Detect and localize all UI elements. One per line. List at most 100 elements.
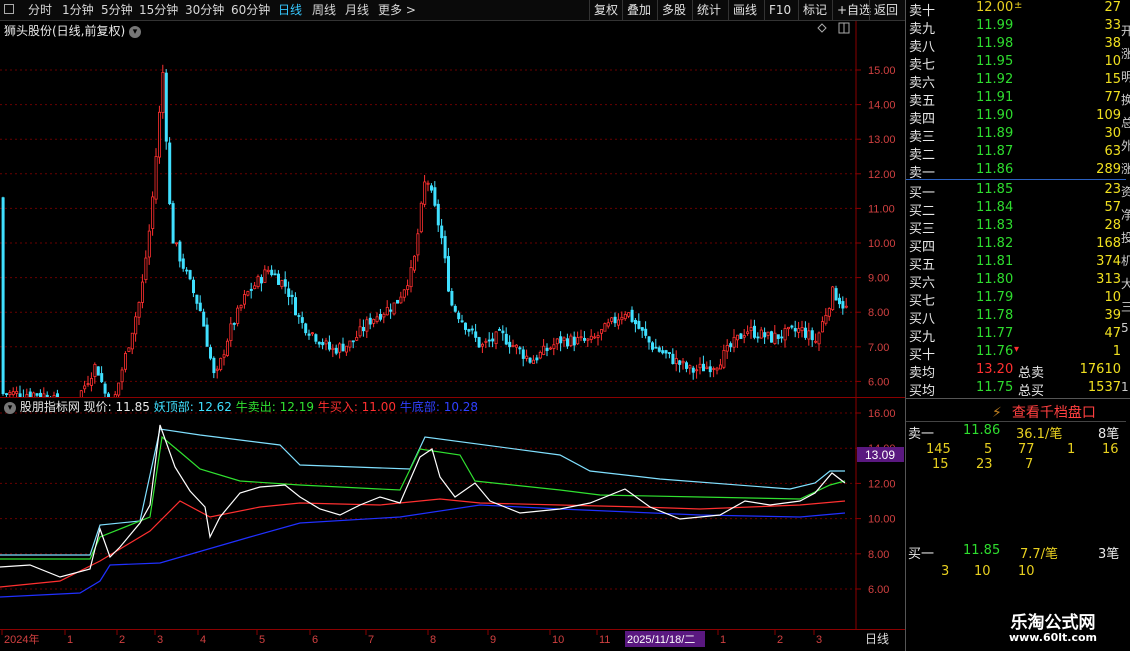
overlay-button[interactable]: 叠加 [622, 0, 655, 20]
ask-level-row[interactable]: 卖二 11.87 63 [906, 144, 1121, 163]
sell1-summary: 卖一 11.86 36.1/笔 8笔 [908, 423, 1120, 442]
level-price: 11.90 [976, 108, 1014, 123]
tab-monthly[interactable]: 月线 [345, 2, 369, 18]
ask-level-row[interactable]: 卖五 11.91 77 [906, 90, 1121, 109]
ask-level-row[interactable]: 卖八 11.98 38 [906, 36, 1121, 55]
edge-char: 大 [1121, 277, 1130, 291]
total-buy: 1537 [1087, 380, 1121, 395]
y-tick-label: 12.00 [868, 169, 896, 181]
level-mark: ± [1014, 0, 1023, 11]
x-tick-label: 1 [720, 634, 726, 646]
adjust-button[interactable]: 复权 [589, 0, 622, 20]
y-tick-label: 14.00 [868, 100, 896, 112]
y-tick-label: 12.00 [868, 478, 896, 490]
f10-button[interactable]: F10 [764, 0, 795, 20]
legend-bull-bottom: 牛底部: 10.28 [399, 400, 479, 414]
level-volume: 28 [1104, 218, 1121, 233]
draw-line-button[interactable]: 画线 [728, 0, 761, 20]
tab-5min[interactable]: 5分钟 [101, 2, 133, 18]
edge-char: 外 [1121, 139, 1130, 153]
buy1-queue-row1: 3 10 10 [941, 564, 1035, 579]
bid-level-row[interactable]: 买二 11.84 57 [906, 200, 1121, 219]
legend-demon-top: 妖顶部: 12.62 [153, 400, 232, 414]
indicator-name[interactable]: 股朋指标网 [20, 400, 80, 414]
ask-level-row[interactable]: 卖六 11.92 15 [906, 72, 1121, 91]
bid-level-row[interactable]: 买三 11.83 28 [906, 218, 1121, 237]
level-price: 11.79 [976, 290, 1014, 305]
ask-level-row[interactable]: 卖七 11.95 10 [906, 54, 1121, 73]
level-price: 11.85 [976, 182, 1014, 197]
level-volume: 109 [1096, 108, 1121, 123]
level-label: 卖三 [909, 130, 936, 145]
ask-level-row[interactable]: 卖十 12.00 ±27 [906, 0, 1121, 19]
tab-30min[interactable]: 30分钟 [185, 2, 224, 18]
tab-weekly[interactable]: 周线 [312, 2, 336, 18]
level-label: 卖七 [909, 58, 936, 73]
bid-level-row[interactable]: 买一 11.85 23 [906, 182, 1121, 201]
level-label: 卖八 [909, 40, 936, 55]
stock-title: 狮头股份(日线,前复权) ▾ [4, 22, 142, 39]
x-tick-label: 3 [157, 634, 163, 646]
y-tick-label: 9.00 [868, 273, 889, 285]
level-volume: 30 [1104, 126, 1121, 141]
level-label: 买一 [909, 186, 936, 201]
level-label: 买十 [909, 348, 936, 363]
ask-level-row[interactable]: 卖三 11.89 30 [906, 126, 1121, 145]
level-volume: 27 [1104, 0, 1121, 15]
bid-level-row[interactable]: 买五 11.81 374 [906, 254, 1121, 273]
tab-1min[interactable]: 1分钟 [62, 2, 94, 18]
x-tick-label: 2 [777, 634, 783, 646]
ask-level-row[interactable]: 卖一 11.86 289 [906, 162, 1121, 181]
bid-level-row[interactable]: 买九 11.77 47 [906, 326, 1121, 345]
ask-level-row[interactable]: 卖九 11.99 33 [906, 18, 1121, 37]
tab-multi-period[interactable]: 更多 > [378, 2, 416, 18]
tab-daily[interactable]: 日线 [278, 2, 302, 18]
candlestick-chart[interactable]: 15.00 14.00 13.00 12.00 11.00 10.00 9.00 8.00 7.… [0, 21, 905, 397]
y-tick-label: 6.00 [868, 584, 889, 596]
y-tick-label: 15.00 [868, 65, 896, 77]
multi-stock-button[interactable]: 多股 [657, 0, 690, 20]
view-depth-button[interactable]: ⚡ 查看千档盘口 [992, 402, 1096, 422]
indicator-chart[interactable]: 16.0014.0012.0010.008.006.00 13.09 [0, 397, 905, 629]
tab-15min[interactable]: 15分钟 [139, 2, 178, 18]
x-tick-label: 3 [816, 634, 822, 646]
edge-char: 资 [1121, 185, 1130, 199]
x-tick-label: 11 [599, 634, 610, 646]
level-label: 卖十 [909, 4, 936, 19]
level-price: 11.89 [976, 126, 1014, 141]
bid-level-row[interactable]: 买六 11.80 313 [906, 272, 1121, 291]
indicator-lines [0, 424, 846, 598]
avg-sell-price: 13.20 [976, 362, 1014, 377]
price-grid [0, 69, 856, 382]
level-volume: 39 [1104, 308, 1121, 323]
watermark-url: www.60lt.com [1008, 631, 1098, 644]
bid-level-row[interactable]: 买四 11.82 168 [906, 236, 1121, 255]
back-button[interactable]: 返回 [869, 0, 902, 20]
indicator-grid [0, 412, 856, 590]
sell1-queue-row2: 15 23 7 [932, 457, 1034, 472]
edge-char: 1 [1121, 380, 1129, 394]
bid-level-row[interactable]: 买八 11.78 39 [906, 308, 1121, 327]
sell1-queue-row1: 145 5 77 1 16 [926, 442, 1119, 457]
window-menu-icon[interactable] [4, 4, 14, 14]
bid-level-row[interactable]: 买十 11.76 ▾ 1 [906, 344, 1121, 363]
level-volume: 313 [1096, 272, 1121, 287]
level-volume: 374 [1096, 254, 1121, 269]
diamond-icon[interactable] [817, 23, 827, 33]
tab-intraday[interactable]: 分时 [28, 2, 52, 18]
chevron-down-icon[interactable]: ▾ [129, 25, 142, 38]
order-book: 卖十 12.00 ±27 卖九 11.99 33 卖八 11.98 38 卖七 11.95 10 卖六 1… [905, 0, 1130, 399]
avg-buy-row: 买均 11.75 总买 1537 [909, 380, 1121, 399]
ask-level-row[interactable]: 卖四 11.90 109 [906, 108, 1121, 127]
chevron-down-icon[interactable]: ▾ [4, 401, 16, 414]
x-tick-label: 6 [312, 634, 318, 646]
y-tick-label: 8.00 [868, 549, 889, 561]
level-volume: 38 [1104, 36, 1121, 51]
period-label[interactable]: 日线 [865, 632, 889, 646]
tab-60min[interactable]: 60分钟 [231, 2, 270, 18]
mark-button[interactable]: 标记 [798, 0, 831, 20]
level-label: 买二 [909, 204, 936, 219]
level-label: 买三 [909, 222, 936, 237]
bid-level-row[interactable]: 买七 11.79 10 [906, 290, 1121, 309]
stats-button[interactable]: 统计 [692, 0, 725, 20]
